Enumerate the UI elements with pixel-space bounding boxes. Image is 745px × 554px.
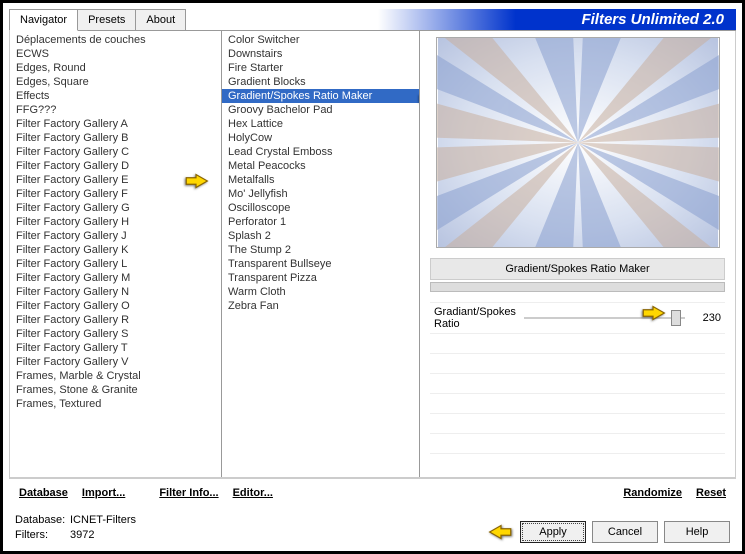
list-item[interactable]: Effects bbox=[10, 89, 221, 103]
list-item[interactable]: Filter Factory Gallery C bbox=[10, 145, 221, 159]
status-db-label: Database: bbox=[15, 513, 70, 528]
list-item[interactable]: The Stump 2 bbox=[222, 243, 419, 257]
list-item[interactable]: Filter Factory Gallery J bbox=[10, 229, 221, 243]
list-item[interactable]: Groovy Bachelor Pad bbox=[222, 103, 419, 117]
list-item[interactable]: Color Switcher bbox=[222, 33, 419, 47]
preview bbox=[436, 37, 720, 248]
list-item[interactable]: Filter Factory Gallery S bbox=[10, 327, 221, 341]
status-filters-label: Filters: bbox=[15, 528, 70, 543]
list-item[interactable]: Metal Peacocks bbox=[222, 159, 419, 173]
list-item[interactable]: Filter Factory Gallery A bbox=[10, 117, 221, 131]
list-item[interactable]: ECWS bbox=[10, 47, 221, 61]
list-item[interactable]: Filter Factory Gallery D bbox=[10, 159, 221, 173]
list-item[interactable]: Filter Factory Gallery E bbox=[10, 173, 221, 187]
right-pane: Gradient/Spokes Ratio Maker Gradiant/Spo… bbox=[420, 31, 735, 477]
status-left: Database:ICNET-Filters Filters:3972 bbox=[15, 513, 488, 543]
param-row: Gradiant/Spokes Ratio 230 bbox=[430, 302, 725, 333]
param-value: 230 bbox=[693, 312, 721, 324]
app-title: Filters Unlimited 2.0 bbox=[581, 11, 724, 28]
param-slider[interactable] bbox=[524, 317, 685, 319]
categories-pane: Déplacements de couchesECWSEdges, RoundE… bbox=[10, 31, 222, 477]
list-item[interactable]: Filter Factory Gallery H bbox=[10, 215, 221, 229]
list-item[interactable]: FFG??? bbox=[10, 103, 221, 117]
bottom-links: Database Import... Filter Info... Editor… bbox=[9, 478, 736, 507]
list-item[interactable]: Filter Factory Gallery G bbox=[10, 201, 221, 215]
empty-params bbox=[430, 333, 725, 473]
button-row: Apply Cancel Help bbox=[488, 521, 730, 543]
tab-about[interactable]: About bbox=[135, 9, 186, 30]
list-item[interactable]: Frames, Stone & Granite bbox=[10, 383, 221, 397]
list-item[interactable]: Transparent Pizza bbox=[222, 271, 419, 285]
param-label: Gradiant/Spokes Ratio bbox=[434, 306, 516, 330]
list-item[interactable]: Transparent Bullseye bbox=[222, 257, 419, 271]
list-item[interactable]: Hex Lattice bbox=[222, 117, 419, 131]
list-item[interactable]: Lead Crystal Emboss bbox=[222, 145, 419, 159]
categories-list[interactable]: Déplacements de couchesECWSEdges, RoundE… bbox=[10, 31, 221, 477]
filters-list[interactable]: Color SwitcherDownstairsFire StarterGrad… bbox=[222, 31, 419, 477]
link-editor[interactable]: Editor... bbox=[227, 485, 279, 501]
list-item[interactable]: Fire Starter bbox=[222, 61, 419, 75]
list-item[interactable]: Filter Factory Gallery B bbox=[10, 131, 221, 145]
list-item[interactable]: Splash 2 bbox=[222, 229, 419, 243]
list-item[interactable]: Perforator 1 bbox=[222, 215, 419, 229]
list-item[interactable]: Edges, Round bbox=[10, 61, 221, 75]
status-db-value: ICNET-Filters bbox=[70, 514, 136, 526]
list-item[interactable]: Filter Factory Gallery M bbox=[10, 271, 221, 285]
title-bar: Filters Unlimited 2.0 bbox=[185, 9, 736, 30]
cancel-button[interactable]: Cancel bbox=[592, 521, 658, 543]
list-item[interactable]: Oscilloscope bbox=[222, 201, 419, 215]
filter-title: Gradient/Spokes Ratio Maker bbox=[430, 258, 725, 280]
filters-unlimited-window: Navigator Presets About Filters Unlimite… bbox=[9, 9, 736, 545]
list-item[interactable]: Filter Factory Gallery K bbox=[10, 243, 221, 257]
slider-thumb[interactable] bbox=[671, 310, 681, 326]
filters-pane: Color SwitcherDownstairsFire StarterGrad… bbox=[222, 31, 420, 477]
link-filterinfo[interactable]: Filter Info... bbox=[153, 485, 224, 501]
main-area: Déplacements de couchesECWSEdges, RoundE… bbox=[9, 31, 736, 478]
list-item[interactable]: Edges, Square bbox=[10, 75, 221, 89]
progress-bar bbox=[430, 282, 725, 292]
link-reset[interactable]: Reset bbox=[690, 485, 732, 501]
status-bar: Database:ICNET-Filters Filters:3972 Appl… bbox=[9, 507, 736, 545]
list-item[interactable]: Mo' Jellyfish bbox=[222, 187, 419, 201]
list-item[interactable]: Zebra Fan bbox=[222, 299, 419, 313]
link-import[interactable]: Import... bbox=[76, 485, 131, 501]
list-item[interactable]: Frames, Textured bbox=[10, 397, 221, 411]
list-item[interactable]: Filter Factory Gallery R bbox=[10, 313, 221, 327]
link-database[interactable]: Database bbox=[13, 485, 74, 501]
list-item[interactable]: Warm Cloth bbox=[222, 285, 419, 299]
link-randomize[interactable]: Randomize bbox=[617, 485, 688, 501]
tab-presets[interactable]: Presets bbox=[77, 9, 136, 30]
list-item[interactable]: Filter Factory Gallery O bbox=[10, 299, 221, 313]
list-item[interactable]: Filter Factory Gallery L bbox=[10, 257, 221, 271]
list-item[interactable]: Gradient/Spokes Ratio Maker bbox=[222, 89, 419, 103]
list-item[interactable]: Filter Factory Gallery F bbox=[10, 187, 221, 201]
tab-navigator[interactable]: Navigator bbox=[9, 9, 78, 31]
help-button[interactable]: Help bbox=[664, 521, 730, 543]
pointer-icon bbox=[640, 303, 666, 323]
tab-strip: Navigator Presets About bbox=[9, 9, 185, 30]
list-item[interactable]: Frames, Marble & Crystal bbox=[10, 369, 221, 383]
pointer-icon bbox=[488, 522, 514, 542]
list-item[interactable]: Metalfalls bbox=[222, 173, 419, 187]
list-item[interactable]: Downstairs bbox=[222, 47, 419, 61]
header: Navigator Presets About Filters Unlimite… bbox=[9, 9, 736, 31]
list-item[interactable]: Déplacements de couches bbox=[10, 33, 221, 47]
preview-image bbox=[437, 38, 719, 247]
status-filters-value: 3972 bbox=[70, 529, 94, 541]
list-item[interactable]: Filter Factory Gallery T bbox=[10, 341, 221, 355]
list-item[interactable]: Filter Factory Gallery N bbox=[10, 285, 221, 299]
list-item[interactable]: Filter Factory Gallery V bbox=[10, 355, 221, 369]
apply-button[interactable]: Apply bbox=[520, 521, 586, 543]
list-item[interactable]: HolyCow bbox=[222, 131, 419, 145]
list-item[interactable]: Gradient Blocks bbox=[222, 75, 419, 89]
